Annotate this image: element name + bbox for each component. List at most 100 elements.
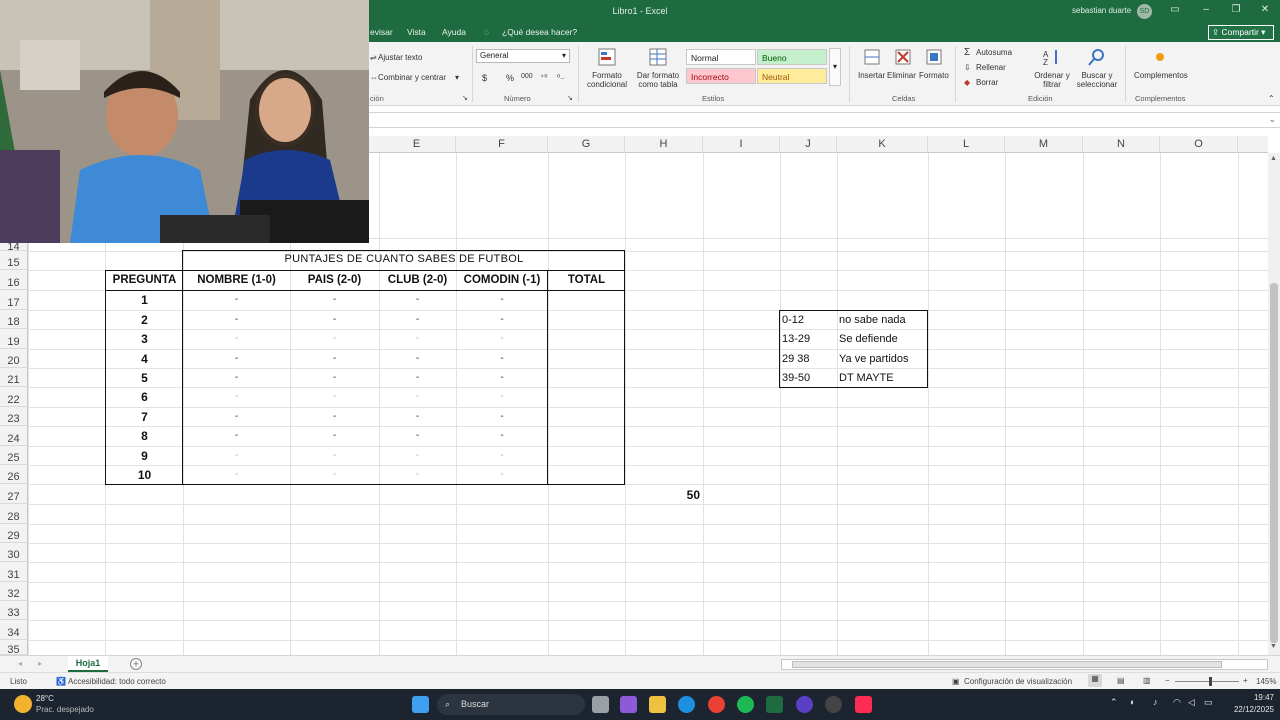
weather-temp[interactable]: 28°C: [36, 694, 54, 703]
row-header[interactable]: 31: [0, 562, 28, 582]
microphone-icon[interactable]: ♪: [1153, 697, 1158, 707]
style-incorrecto[interactable]: Incorrecto: [686, 68, 756, 84]
format-button[interactable]: Formato: [919, 71, 949, 80]
row-header[interactable]: 22: [0, 387, 28, 407]
row-header[interactable]: 23: [0, 407, 28, 426]
row-header[interactable]: 26: [0, 465, 28, 484]
row-header[interactable]: 25: [0, 446, 28, 465]
ribbon-display-icon[interactable]: ▭: [1167, 4, 1183, 18]
row-header[interactable]: 19: [0, 329, 28, 349]
accessibility-status[interactable]: Accesibilidad: todo correcto: [68, 677, 166, 686]
style-neutral[interactable]: Neutral: [757, 68, 827, 84]
thousands-button[interactable]: 000: [521, 73, 533, 80]
task-view-icon[interactable]: [592, 696, 609, 713]
tab-review[interactable]: evisar: [370, 27, 393, 37]
zoom-in-icon[interactable]: +: [1243, 676, 1248, 685]
start-icon[interactable]: [412, 696, 429, 713]
column-header[interactable]: J: [780, 136, 837, 153]
horizontal-scroll-thumb[interactable]: [792, 661, 1222, 668]
tab-view[interactable]: Vista: [407, 27, 426, 37]
style-normal[interactable]: Normal: [686, 49, 756, 65]
dialog-launcher-icon[interactable]: ↘: [567, 94, 573, 102]
clock-date[interactable]: 22/12/2025: [1224, 705, 1274, 714]
row-header[interactable]: 32: [0, 582, 28, 601]
wrap-text-button[interactable]: Ajustar texto: [378, 53, 422, 62]
styles-more-icon[interactable]: ▾: [829, 48, 841, 86]
next-sheet-icon[interactable]: ▸: [38, 659, 42, 668]
dialog-launcher-icon[interactable]: ↘: [462, 94, 468, 102]
sort-filter-button[interactable]: Ordenar y filtrar: [1030, 71, 1074, 89]
vertical-scroll-thumb[interactable]: [1270, 283, 1278, 643]
add-sheet-icon[interactable]: +: [130, 658, 142, 670]
chrome-icon[interactable]: [708, 696, 725, 713]
row-header[interactable]: 34: [0, 620, 28, 640]
tab-help[interactable]: Ayuda: [442, 27, 466, 37]
app-icon[interactable]: [796, 696, 813, 713]
style-bueno[interactable]: Bueno: [757, 49, 827, 65]
currency-button[interactable]: $: [482, 73, 487, 83]
merge-center-button[interactable]: Combinar y centrar: [378, 73, 446, 82]
spotify-icon[interactable]: [737, 696, 754, 713]
display-settings-button[interactable]: Configuración de visualización: [964, 677, 1072, 686]
column-header[interactable]: L: [928, 136, 1005, 153]
clear-button[interactable]: Borrar: [976, 78, 998, 87]
zoom-slider-thumb[interactable]: [1209, 677, 1212, 686]
close-icon[interactable]: ✕: [1257, 4, 1273, 18]
increase-decimal-icon[interactable]: ⁺⁰: [540, 73, 547, 82]
find-select-button[interactable]: Buscar y seleccionar: [1072, 71, 1122, 89]
number-format-select[interactable]: General ▾: [476, 49, 570, 63]
page-layout-icon[interactable]: ▤: [1117, 676, 1125, 685]
column-header[interactable]: I: [703, 136, 780, 153]
avatar[interactable]: SD: [1137, 4, 1152, 19]
clock-time[interactable]: 19:47: [1234, 693, 1274, 702]
row-header[interactable]: 29: [0, 524, 28, 543]
row-header[interactable]: 15: [0, 251, 28, 270]
column-header[interactable]: F: [456, 136, 548, 153]
row-header[interactable]: 17: [0, 290, 28, 310]
zoom-out-icon[interactable]: −: [1165, 676, 1170, 685]
column-header[interactable]: K: [837, 136, 928, 153]
scroll-down-icon[interactable]: ▼: [1270, 643, 1277, 650]
tray-icon[interactable]: ◐: [1130, 697, 1135, 707]
row-header[interactable]: 21: [0, 368, 28, 387]
zoom-level[interactable]: 145%: [1256, 677, 1276, 686]
tiktok-icon[interactable]: [855, 696, 872, 713]
file-explorer-icon[interactable]: [649, 696, 666, 713]
column-header[interactable]: G: [548, 136, 625, 153]
row-header[interactable]: 35: [0, 640, 28, 656]
collapse-ribbon-icon[interactable]: ⌃: [1268, 94, 1275, 103]
column-header[interactable]: N: [1083, 136, 1160, 153]
format-as-table-button[interactable]: Dar formato como tabla: [633, 71, 683, 89]
chevron-up-icon[interactable]: ⌃: [1110, 697, 1118, 708]
battery-icon[interactable]: ▭: [1204, 697, 1213, 708]
chevron-down-icon[interactable]: ▾: [455, 73, 459, 82]
wifi-icon[interactable]: ◠: [1173, 697, 1181, 708]
weather-desc[interactable]: Prac. despejado: [36, 705, 94, 714]
addins-button[interactable]: Complementos: [1134, 71, 1188, 80]
percent-button[interactable]: %: [506, 73, 514, 83]
row-header[interactable]: 24: [0, 426, 28, 446]
column-header[interactable]: E: [378, 136, 456, 153]
share-button[interactable]: ⇪ Compartir ▾: [1208, 25, 1274, 40]
row-header[interactable]: 16: [0, 270, 28, 290]
edge-icon[interactable]: [678, 696, 695, 713]
conditional-format-button[interactable]: Formato condicional: [584, 71, 630, 89]
decrease-decimal-icon[interactable]: ⁰₋: [557, 73, 564, 82]
scroll-up-icon[interactable]: ▲: [1270, 155, 1277, 162]
delete-button[interactable]: Eliminar: [887, 71, 916, 80]
row-header[interactable]: 27: [0, 484, 28, 504]
row-header[interactable]: 18: [0, 310, 28, 329]
column-header[interactable]: M: [1005, 136, 1083, 153]
zoom-slider[interactable]: [1175, 681, 1239, 682]
column-header[interactable]: H: [625, 136, 703, 153]
vertical-scrollbar[interactable]: ▲ ▼: [1268, 153, 1280, 655]
formula-bar[interactable]: ⌄: [369, 112, 1280, 128]
normal-view-icon[interactable]: ▦: [1088, 674, 1102, 687]
insert-button[interactable]: Insertar: [858, 71, 885, 80]
autosum-button[interactable]: Autosuma: [976, 48, 1012, 57]
fill-button[interactable]: Rellenar: [976, 63, 1006, 72]
minimize-icon[interactable]: –: [1198, 4, 1214, 18]
prev-sheet-icon[interactable]: ◂: [18, 659, 22, 668]
excel-icon[interactable]: [766, 696, 783, 713]
horizontal-scrollbar[interactable]: [781, 659, 1268, 670]
